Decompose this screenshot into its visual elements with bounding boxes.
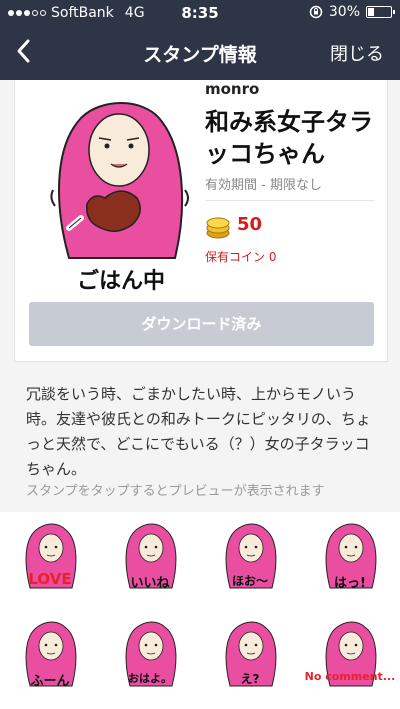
sticker-preview-2[interactable]: いいね	[100, 512, 200, 610]
battery-icon	[366, 6, 395, 18]
sticker-caption: LOVE	[28, 570, 72, 588]
sticker-preview-7[interactable]: え?	[200, 610, 300, 708]
orientation-lock-icon	[309, 5, 323, 19]
battery-percent: 30%	[328, 4, 360, 20]
sticker-caption: No comment...	[304, 670, 396, 683]
sticker-grid: LOVE いいね ほお～ はっ! ふーん おはよ。 え? No comment...	[0, 512, 400, 709]
main-sticker-caption: ごはん中	[77, 268, 165, 294]
sticker-preview-3[interactable]: ほお～	[200, 512, 300, 610]
sticker-caption: おはよ。	[128, 672, 172, 685]
close-button[interactable]: 閉じる	[330, 40, 384, 66]
sticker-title: 和み系女子タラッコちゃん	[205, 108, 373, 168]
sticker-caption: いいね	[130, 576, 170, 591]
validity-period: 有効期間 - 期限なし	[205, 178, 322, 193]
coin-icon	[206, 217, 230, 239]
sticker-description: 冗談をいう時、ごまかしたい時、上からモノいう時。友達や彼氏との和みトークにピッタ…	[26, 385, 371, 478]
sticker-preview-5[interactable]: ふーん	[0, 610, 100, 708]
sticker-preview-8[interactable]: No comment...	[300, 610, 400, 708]
status-bar: SoftBank 4G 8:35 30%	[0, 0, 400, 26]
nav-bar: スタンプ情報 閉じる	[0, 26, 400, 80]
price: 50	[237, 214, 263, 235]
owned-coins: 保有コイン 0	[205, 250, 277, 264]
author-name[interactable]: monro	[205, 80, 259, 98]
sticker-caption: ほお～	[231, 574, 268, 588]
sticker-preview-1[interactable]: LOVE	[0, 512, 100, 610]
download-button[interactable]: ダウンロード済み	[29, 302, 374, 346]
sticker-info-card: ごはん中 monro 和み系女子タラッコちゃん 有効期間 - 期限なし 50 保…	[14, 80, 388, 362]
divider	[205, 200, 375, 201]
preview-hint: スタンプをタップするとプレビューが表示されます	[26, 484, 325, 499]
sticker-caption: はっ!	[334, 576, 366, 591]
sticker-caption: ふーん	[30, 674, 70, 689]
sticker-caption: え?	[240, 672, 260, 686]
sticker-preview-4[interactable]: はっ!	[300, 512, 400, 610]
sticker-preview-6[interactable]: おはよ。	[100, 610, 200, 708]
main-sticker-image: ごはん中	[50, 102, 189, 294]
